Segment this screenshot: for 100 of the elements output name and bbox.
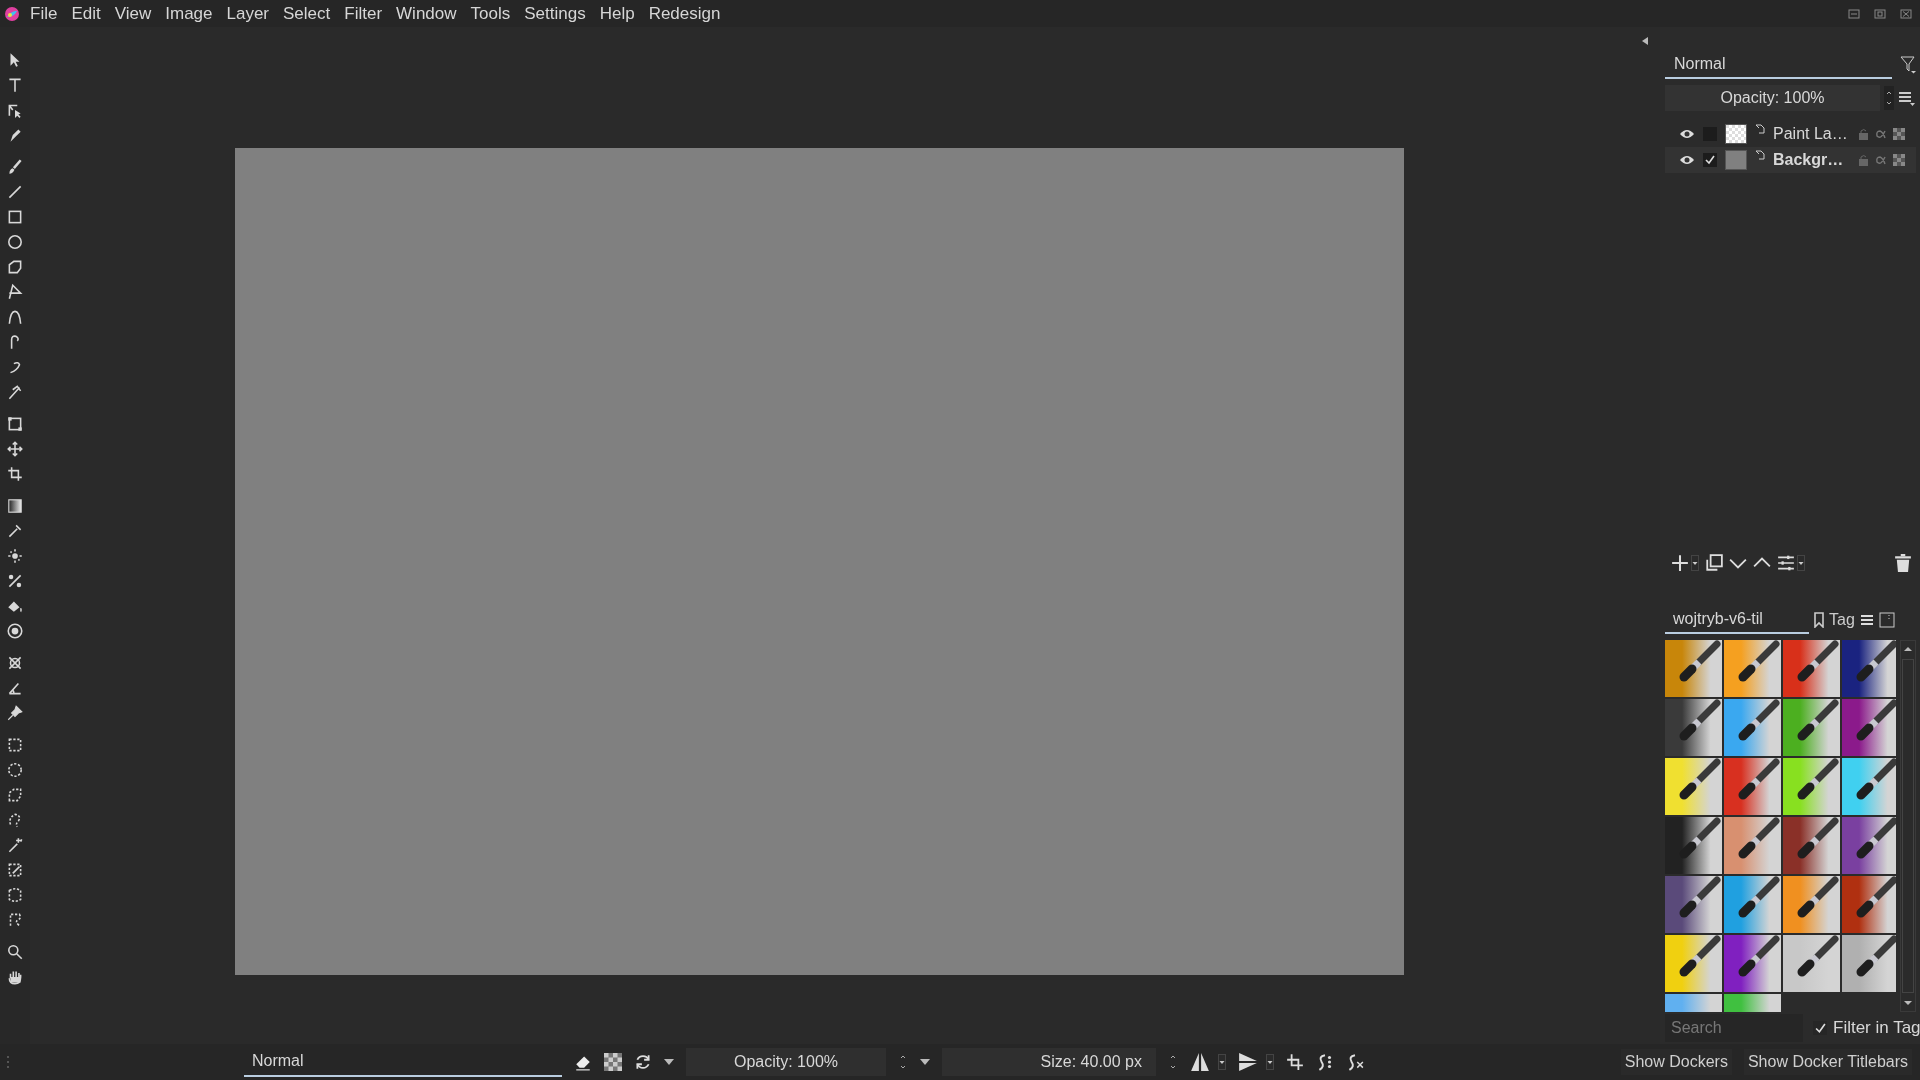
menu-icon[interactable] [1898,89,1916,107]
rectangle-selection-icon[interactable] [6,736,24,754]
crop-icon[interactable] [6,465,24,483]
caret-icon[interactable] [1266,1054,1274,1070]
menu-item[interactable]: Layer [226,3,270,24]
bezier-curve-icon[interactable] [6,308,24,326]
ellipse-icon[interactable] [6,233,24,251]
brush-preset-tile[interactable] [1665,876,1722,933]
rectangle-icon[interactable] [6,208,24,226]
brush-preset-tile[interactable] [1783,758,1840,815]
brush-preset-tile[interactable] [1724,758,1781,815]
menu-item[interactable]: Filter [344,3,383,24]
brush-preset-tile[interactable] [1665,935,1722,992]
caret-icon[interactable] [920,1059,930,1065]
filter-icon[interactable] [1900,56,1916,74]
opacity-field[interactable]: Opacity: 100% [1665,85,1880,111]
list-view-icon[interactable] [1859,613,1874,627]
panel-toggle-icon[interactable] [1878,612,1895,628]
checkerboard-icon[interactable] [1893,154,1905,166]
brush-preset-tile[interactable] [1665,817,1722,874]
sparkle-icon[interactable] [6,547,24,565]
brush-preset-tile[interactable] [1783,935,1840,992]
duplicate-icon[interactable] [1705,554,1723,572]
brush-preset-tile[interactable] [1842,640,1897,697]
scrollbar-thumb[interactable] [1902,659,1915,993]
alpha-icon[interactable] [1875,128,1887,140]
caret-icon[interactable] [1218,1054,1226,1070]
pushpin-icon[interactable] [6,704,24,722]
polyline-icon[interactable] [6,283,24,301]
brush-preset-tile[interactable] [1724,876,1781,933]
blend-mode-dropdown[interactable]: Normal [244,1047,562,1077]
add-icon[interactable] [1671,554,1689,572]
filter-in-tag-checkbox[interactable]: Filter in Tag [1813,1018,1920,1038]
lock-icon[interactable] [1859,128,1869,140]
menu-item[interactable]: Edit [71,3,101,24]
menu-item[interactable]: Redesign [648,3,721,24]
zoom-icon[interactable] [6,943,24,961]
enclose-fill-icon[interactable] [6,622,24,640]
toggle-button[interactable]: Show Dockers [1620,1049,1732,1075]
transform-icon[interactable] [6,415,24,433]
brush-preset-tile[interactable] [1783,699,1840,756]
eye-icon[interactable] [1679,128,1695,140]
brush-preset-tile[interactable] [1842,876,1897,933]
brush-preset-tile[interactable] [1783,876,1840,933]
brush-preset-tile[interactable] [1665,699,1722,756]
checkerboard-icon[interactable] [604,1053,622,1071]
assistant-icon[interactable] [6,654,24,672]
layer-row[interactable]: Backgr… [1665,147,1916,173]
brush-preset-tile[interactable] [1783,817,1840,874]
trash-icon[interactable] [1894,554,1912,572]
bookmark-icon[interactable] [1814,612,1824,628]
menu-item[interactable]: File [30,3,58,24]
checkerboard-icon[interactable] [1893,128,1905,140]
alpha-icon[interactable] [1875,154,1887,166]
wrap-around-icon[interactable] [1286,1053,1304,1071]
layer-row[interactable]: Paint La… [1665,121,1916,147]
menu-item[interactable]: Image [165,3,213,24]
grip-handle-icon[interactable] [6,1055,10,1069]
brush-preset-tile[interactable] [1842,758,1897,815]
toggle-button[interactable]: Show Docker Titlebars [1743,1049,1912,1075]
percent-icon[interactable] [6,572,24,590]
menu-item[interactable]: Help [599,3,635,24]
line-icon[interactable] [6,183,24,201]
menu-item[interactable]: Select [283,3,331,24]
ellipse-selection-icon[interactable] [6,761,24,779]
brush-preset-tile[interactable] [1665,640,1722,697]
hand-icon[interactable] [6,968,24,986]
brush-preset-tile[interactable] [1724,935,1781,992]
gradient-icon[interactable] [6,497,24,515]
brush-preset-tile[interactable] [1842,699,1897,756]
minimize-icon[interactable] [1848,7,1860,20]
menu-item[interactable]: Settings [524,3,586,24]
scrollbar[interactable] [1900,640,1916,1012]
sliders-icon[interactable] [1777,554,1795,572]
restore-icon[interactable] [1874,7,1886,20]
color-selection-icon[interactable] [6,861,24,879]
eyedropper-icon[interactable] [6,522,24,540]
close-icon[interactable] [1900,7,1912,20]
text-tool-icon[interactable] [6,76,24,94]
caret-icon[interactable] [664,1059,674,1065]
reload-icon[interactable] [634,1053,652,1071]
layer-checkbox[interactable] [1703,153,1717,167]
smoothing-off-icon[interactable] [1346,1053,1364,1071]
brush-preset-tile[interactable] [1724,640,1781,697]
opacity-field[interactable]: Opacity: 100% [686,1048,886,1076]
polygon-icon[interactable] [6,258,24,276]
bezier-selection-icon[interactable] [6,886,24,904]
spin-arrows-icon[interactable] [1884,86,1894,110]
eye-icon[interactable] [1679,154,1695,166]
tag-dropdown[interactable]: wojtryb-v6-til [1665,606,1809,634]
polygon-selection-icon[interactable] [6,786,24,804]
move-icon[interactable] [6,440,24,458]
brush-preset-tile[interactable] [1724,699,1781,756]
brush-preset-tile[interactable] [1665,758,1722,815]
menu-item[interactable]: Tools [470,3,511,24]
paintbrush-icon[interactable] [6,158,24,176]
smoothing-icon[interactable] [1316,1053,1334,1071]
blend-mode-dropdown[interactable]: Normal [1665,51,1892,79]
mirror-vertical-icon[interactable] [1238,1052,1258,1072]
tag-button[interactable]: Tag [1829,611,1855,629]
